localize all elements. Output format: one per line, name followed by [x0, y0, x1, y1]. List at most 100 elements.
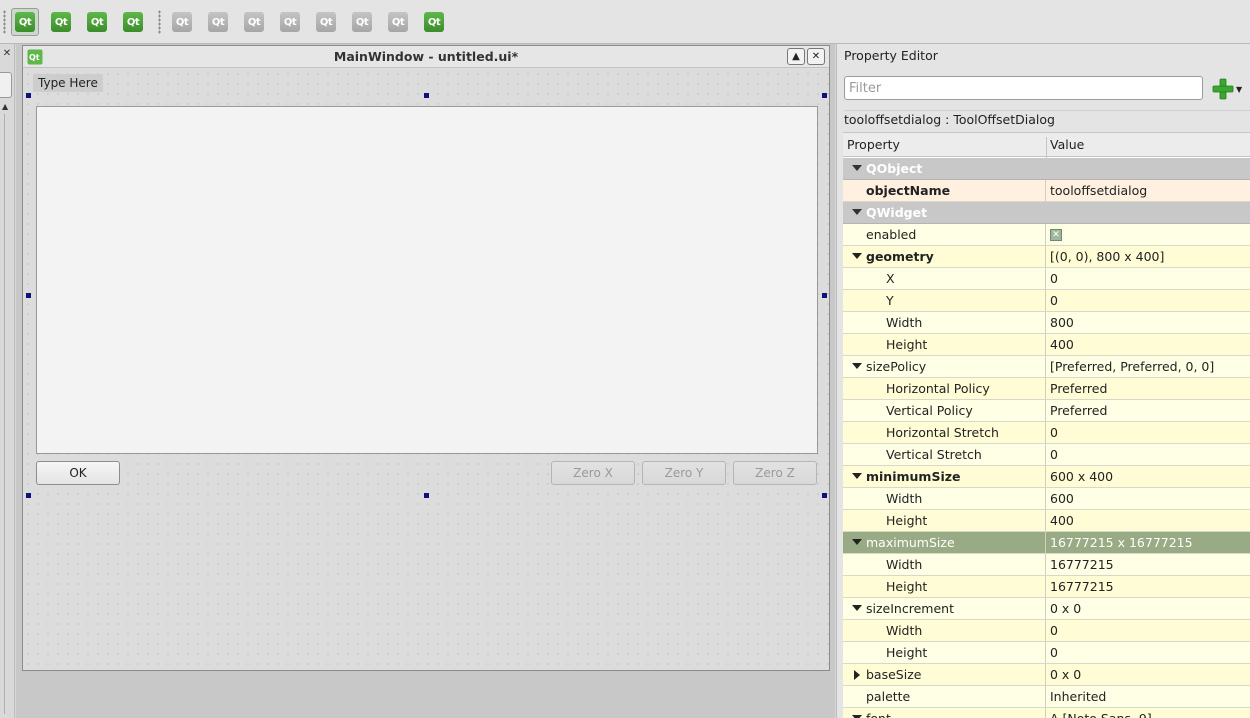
expand-arrow-icon[interactable]: [852, 165, 862, 171]
property-value[interactable]: 0 x 0: [1050, 598, 1250, 619]
property-value[interactable]: 0 x 0: [1050, 664, 1250, 685]
property-value[interactable]: 16777215 x 16777215: [1050, 532, 1250, 553]
form-canvas[interactable]: Type Here OK Zero X Zero Y Zero Z: [23, 69, 829, 670]
property-row[interactable]: X0: [843, 268, 1250, 290]
property-row[interactable]: Width 16777215: [843, 554, 1250, 576]
property-value[interactable]: 16777215: [1050, 554, 1250, 575]
property-row[interactable]: minimumSize 600 x 400: [843, 466, 1250, 488]
column-header-value[interactable]: Value: [1050, 137, 1084, 152]
scroll-up-icon[interactable]: ▲: [2, 102, 8, 111]
menu-type-here[interactable]: Type Here: [33, 74, 103, 92]
close-icon[interactable]: ✕: [1, 48, 13, 60]
checkbox[interactable]: ✕: [1050, 228, 1062, 241]
qt-layout-vertical-button[interactable]: Qt: [204, 8, 232, 36]
selection-handle[interactable]: [822, 93, 827, 98]
collapse-arrow-icon[interactable]: [854, 670, 860, 680]
property-value[interactable]: Inherited: [1050, 686, 1250, 707]
qt-layout-form-button[interactable]: Qt: [348, 8, 376, 36]
property-row[interactable]: Horizontal Stretch 0: [843, 422, 1250, 444]
property-row[interactable]: geometry [(0, 0), 800 x 400]: [843, 246, 1250, 268]
scrollbar[interactable]: [4, 114, 9, 714]
qt-edit-buddies-button[interactable]: Qt: [83, 8, 111, 36]
add-dynamic-property-button[interactable]: ▼: [1211, 77, 1245, 101]
widget-box-edge[interactable]: [0, 72, 12, 98]
selection-handle[interactable]: [424, 93, 429, 98]
property-table[interactable]: Property Value QObject objectName tooloffs…: [843, 132, 1250, 718]
qt-adjust-size-button[interactable]: Qt: [420, 8, 448, 36]
selection-handle[interactable]: [822, 493, 827, 498]
expand-arrow-icon[interactable]: [852, 209, 862, 215]
qt-layout-horizontal-button[interactable]: Qt: [168, 8, 196, 36]
property-value[interactable]: 0: [1050, 290, 1250, 311]
property-group-row[interactable]: QObject: [843, 158, 1250, 180]
property-row[interactable]: font A [Noto Sans, 9]: [843, 708, 1250, 718]
toolbar-grip[interactable]: [3, 10, 6, 34]
expand-arrow-icon[interactable]: [852, 253, 862, 259]
expand-arrow-icon[interactable]: [852, 363, 862, 369]
property-row[interactable]: maximumSize 16777215 x 16777215: [843, 532, 1250, 554]
property-value[interactable]: ✕: [1050, 224, 1250, 245]
property-row[interactable]: Y0: [843, 290, 1250, 312]
selection-handle[interactable]: [822, 293, 827, 298]
maximize-button[interactable]: ▲: [787, 48, 805, 65]
expand-arrow-icon[interactable]: [852, 539, 862, 545]
property-value[interactable]: 600 x 400: [1050, 466, 1250, 487]
selection-handle[interactable]: [26, 493, 31, 498]
property-value[interactable]: tooloffsetdialog: [1050, 180, 1250, 201]
property-value[interactable]: [Preferred, Preferred, 0, 0]: [1050, 356, 1250, 377]
property-row[interactable]: palette Inherited: [843, 686, 1250, 708]
property-value[interactable]: 16777215: [1050, 576, 1250, 597]
qt-editor-button[interactable]: Qt: [11, 8, 39, 36]
close-button[interactable]: ✕: [807, 48, 825, 65]
property-row[interactable]: Vertical Policy Preferred: [843, 400, 1250, 422]
property-group-row[interactable]: QWidget: [843, 202, 1250, 224]
expand-arrow-icon[interactable]: [852, 605, 862, 611]
property-row[interactable]: Height 400: [843, 510, 1250, 532]
property-row[interactable]: Height 0: [843, 642, 1250, 664]
qt-layout-v-splitter-button[interactable]: Qt: [276, 8, 304, 36]
form-window[interactable]: Qt MainWindow - untitled.ui* ▲ ✕ Type He…: [22, 45, 830, 671]
form-title-bar[interactable]: Qt MainWindow - untitled.ui* ▲ ✕: [23, 46, 829, 68]
property-row[interactable]: Height 16777215: [843, 576, 1250, 598]
property-value[interactable]: 800: [1050, 312, 1250, 333]
expand-arrow-icon[interactable]: [852, 473, 862, 479]
property-row[interactable]: Horizontal Policy Preferred: [843, 378, 1250, 400]
qt-edit-signals-button[interactable]: Qt: [47, 8, 75, 36]
property-row[interactable]: sizePolicy [Preferred, Preferred, 0, 0]: [843, 356, 1250, 378]
property-value[interactable]: [(0, 0), 800 x 400]: [1050, 246, 1250, 267]
zero-x-button[interactable]: Zero X: [551, 461, 635, 485]
qt-layout-h-splitter-button[interactable]: Qt: [240, 8, 268, 36]
property-row[interactable]: Vertical Stretch 0: [843, 444, 1250, 466]
property-value[interactable]: 600: [1050, 488, 1250, 509]
qt-break-layout-button[interactable]: Qt: [384, 8, 412, 36]
property-value[interactable]: 0: [1050, 620, 1250, 641]
property-value[interactable]: 0: [1050, 642, 1250, 663]
selection-handle[interactable]: [26, 93, 31, 98]
property-value[interactable]: 0: [1050, 422, 1250, 443]
central-widget-panel[interactable]: [36, 106, 818, 454]
property-row[interactable]: objectName tooloffsetdialog: [843, 180, 1250, 202]
property-value[interactable]: 0: [1050, 268, 1250, 289]
property-row[interactable]: Width 800: [843, 312, 1250, 334]
qt-layout-grid-button[interactable]: Qt: [312, 8, 340, 36]
zero-y-button[interactable]: Zero Y: [642, 461, 726, 485]
property-row[interactable]: Width 0: [843, 620, 1250, 642]
selection-handle[interactable]: [26, 293, 31, 298]
ok-button[interactable]: OK: [36, 461, 120, 485]
property-row[interactable]: baseSize 0 x 0: [843, 664, 1250, 686]
property-row[interactable]: Height 400: [843, 334, 1250, 356]
property-row[interactable]: enabled ✕: [843, 224, 1250, 246]
selection-handle[interactable]: [424, 493, 429, 498]
property-row[interactable]: sizeIncrement 0 x 0: [843, 598, 1250, 620]
property-value[interactable]: 400: [1050, 510, 1250, 531]
property-value[interactable]: Preferred: [1050, 378, 1250, 399]
property-value[interactable]: 0: [1050, 444, 1250, 465]
zero-z-button[interactable]: Zero Z: [733, 461, 817, 485]
property-value[interactable]: Preferred: [1050, 400, 1250, 421]
property-value[interactable]: 400: [1050, 334, 1250, 355]
property-row[interactable]: Width 600: [843, 488, 1250, 510]
filter-input[interactable]: [844, 76, 1203, 100]
property-value[interactable]: A [Noto Sans, 9]: [1050, 708, 1250, 718]
qt-edit-tab-order-button[interactable]: Qt: [119, 8, 147, 36]
column-header-property[interactable]: Property: [847, 137, 900, 152]
